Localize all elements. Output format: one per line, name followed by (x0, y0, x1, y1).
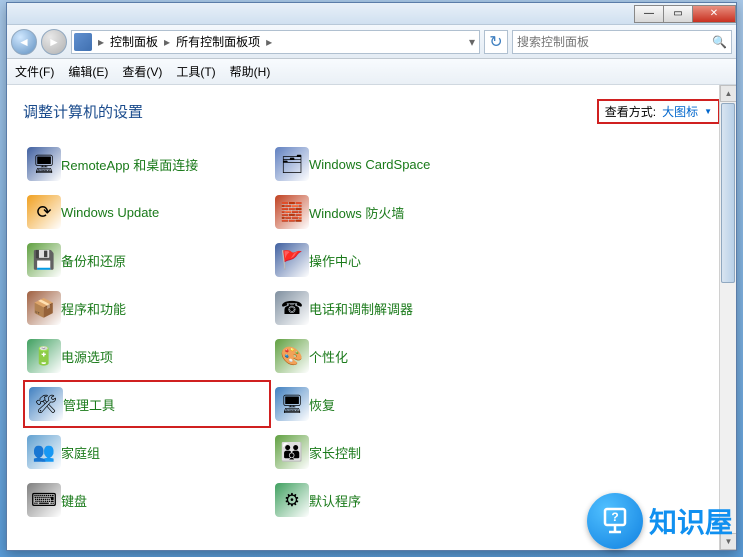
maximize-button[interactable]: ▭ (663, 5, 693, 23)
item-label: RemoteApp 和桌面连接 (61, 155, 198, 174)
breadcrumb-seg-0[interactable]: 控制面板 (106, 33, 162, 50)
phone-modem-icon: ☎ (275, 291, 309, 325)
chevron-down-icon[interactable]: ▼ (704, 107, 712, 116)
control-panel-item-action-center[interactable]: 🚩操作中心 (271, 236, 519, 284)
menubar: 文件(F) 编辑(E) 查看(V) 工具(T) 帮助(H) (7, 59, 736, 85)
page-title: 调整计算机的设置 (23, 101, 143, 122)
close-button[interactable]: ✕ (692, 5, 736, 23)
remoteapp-icon: 🖥 (27, 147, 61, 181)
admin-tools-icon: 🛠 (29, 387, 63, 421)
control-panel-item-homegroup[interactable]: 👥家庭组 (23, 428, 271, 476)
view-by-selector[interactable]: 查看方式: 大图标 ▼ (597, 99, 720, 124)
item-label: 个性化 (309, 347, 348, 366)
control-panel-window: — ▭ ✕ ◄ ► ▸ 控制面板 ▸ 所有控制面板项 ▸ ▾ ↻ 🔍 文件(F)… (6, 2, 737, 551)
menu-help[interactable]: 帮助(H) (230, 63, 271, 80)
menu-tools[interactable]: 工具(T) (176, 63, 215, 80)
vertical-scrollbar[interactable]: ▲ ▼ (719, 85, 736, 550)
control-panel-icon (74, 33, 92, 51)
control-panel-item-programs-features[interactable]: 📦程序和功能 (23, 284, 271, 332)
item-label: 程序和功能 (61, 299, 126, 318)
control-panel-item-phone-modem[interactable]: ☎电话和调制解调器 (271, 284, 519, 332)
forward-button[interactable]: ► (41, 29, 67, 55)
item-label: Windows CardSpace (309, 157, 430, 172)
item-label: 电话和调制解调器 (309, 299, 413, 318)
minimize-button[interactable]: — (634, 5, 664, 23)
refresh-button[interactable]: ↻ (484, 30, 508, 54)
homegroup-icon: 👥 (27, 435, 61, 469)
control-panel-item-cardspace[interactable]: 🗂Windows CardSpace (271, 140, 519, 188)
menu-edit[interactable]: 编辑(E) (68, 63, 108, 80)
content-area: 调整计算机的设置 查看方式: 大图标 ▼ 🖥RemoteApp 和桌面连接⟳Wi… (7, 85, 736, 550)
control-panel-item-remoteapp[interactable]: 🖥RemoteApp 和桌面连接 (23, 140, 271, 188)
item-label: Windows Update (61, 205, 159, 220)
items-grid: 🖥RemoteApp 和桌面连接⟳Windows Update💾备份和还原📦程序… (23, 140, 720, 524)
menu-file[interactable]: 文件(F) (15, 63, 54, 80)
watermark-badge-icon: ? (587, 493, 643, 549)
watermark: ? 知识屋 (587, 493, 733, 549)
content-header: 调整计算机的设置 查看方式: 大图标 ▼ (23, 99, 720, 124)
breadcrumb-seg-1[interactable]: 所有控制面板项 (172, 33, 264, 50)
breadcrumb-dropdown-icon[interactable]: ▾ (467, 35, 477, 49)
power-options-icon: 🔋 (27, 339, 61, 373)
control-panel-item-recovery[interactable]: 🖥恢复 (271, 380, 519, 428)
search-input[interactable] (517, 35, 712, 49)
control-panel-item-default-programs[interactable]: ⚙默认程序 (271, 476, 519, 524)
chevron-right-icon[interactable]: ▸ (162, 35, 172, 49)
item-label: 键盘 (61, 491, 87, 510)
control-panel-item-personalization[interactable]: 🎨个性化 (271, 332, 519, 380)
control-panel-item-admin-tools[interactable]: 🛠管理工具 (23, 380, 271, 428)
search-box[interactable]: 🔍 (512, 30, 732, 54)
programs-features-icon: 📦 (27, 291, 61, 325)
chevron-right-icon[interactable]: ▸ (96, 35, 106, 49)
item-label: 备份和还原 (61, 251, 126, 270)
back-button[interactable]: ◄ (11, 29, 37, 55)
windows-update-icon: ⟳ (27, 195, 61, 229)
menu-view[interactable]: 查看(V) (122, 63, 162, 80)
control-panel-item-backup-restore[interactable]: 💾备份和还原 (23, 236, 271, 284)
scroll-up-button[interactable]: ▲ (720, 85, 736, 102)
view-by-value[interactable]: 大图标 (662, 103, 698, 120)
cardspace-icon: 🗂 (275, 147, 309, 181)
parental-controls-icon: 👪 (275, 435, 309, 469)
item-label: 默认程序 (309, 491, 361, 510)
search-icon[interactable]: 🔍 (712, 35, 727, 49)
chevron-right-icon[interactable]: ▸ (264, 35, 274, 49)
control-panel-item-windows-update[interactable]: ⟳Windows Update (23, 188, 271, 236)
firewall-icon: 🧱 (275, 195, 309, 229)
titlebar: — ▭ ✕ (7, 3, 736, 25)
item-label: 电源选项 (61, 347, 113, 366)
item-label: 恢复 (309, 395, 335, 414)
item-label: 家庭组 (61, 443, 100, 462)
nav-toolbar: ◄ ► ▸ 控制面板 ▸ 所有控制面板项 ▸ ▾ ↻ 🔍 (7, 25, 736, 59)
item-label: 家长控制 (309, 443, 361, 462)
svg-text:?: ? (611, 510, 618, 524)
default-programs-icon: ⚙ (275, 483, 309, 517)
item-label: 管理工具 (63, 395, 115, 414)
item-label: Windows 防火墙 (309, 203, 404, 222)
control-panel-item-power-options[interactable]: 🔋电源选项 (23, 332, 271, 380)
view-by-label: 查看方式: (605, 103, 656, 120)
recovery-icon: 🖥 (275, 387, 309, 421)
control-panel-item-firewall[interactable]: 🧱Windows 防火墙 (271, 188, 519, 236)
watermark-text: 知识屋 (649, 501, 733, 541)
scroll-thumb[interactable] (721, 103, 735, 283)
personalization-icon: 🎨 (275, 339, 309, 373)
keyboard-icon: ⌨ (27, 483, 61, 517)
action-center-icon: 🚩 (275, 243, 309, 277)
item-label: 操作中心 (309, 251, 361, 270)
backup-restore-icon: 💾 (27, 243, 61, 277)
control-panel-item-parental-controls[interactable]: 👪家长控制 (271, 428, 519, 476)
control-panel-item-keyboard[interactable]: ⌨键盘 (23, 476, 271, 524)
breadcrumb[interactable]: ▸ 控制面板 ▸ 所有控制面板项 ▸ ▾ (71, 30, 480, 54)
